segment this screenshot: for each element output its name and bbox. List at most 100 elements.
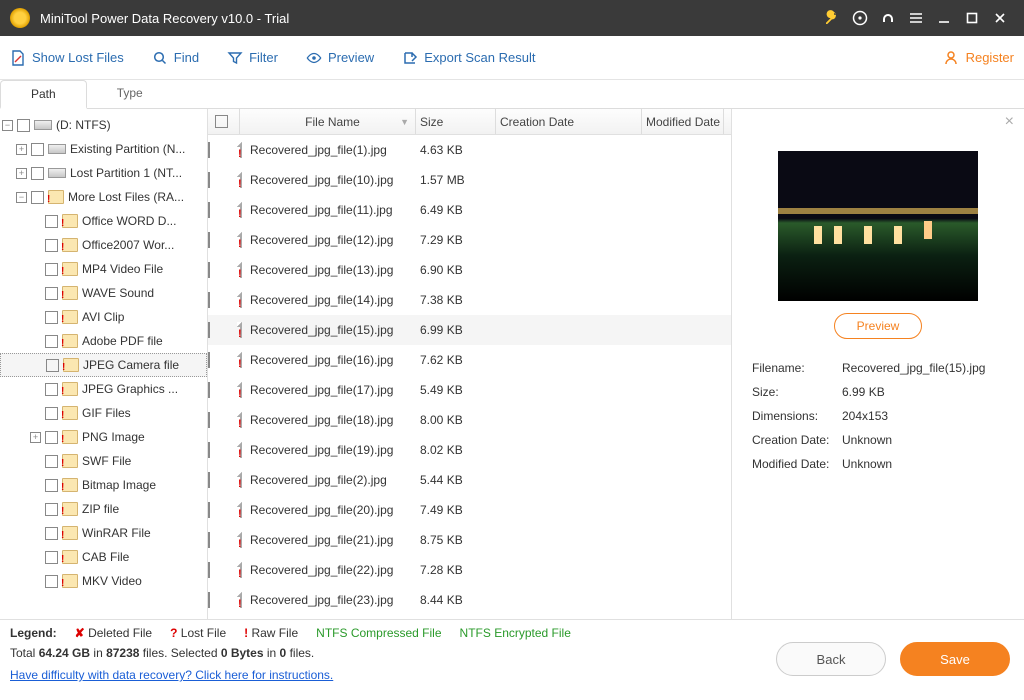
tree-item[interactable]: GIF Files bbox=[0, 401, 207, 425]
checkbox[interactable] bbox=[45, 479, 58, 492]
checkbox[interactable] bbox=[45, 575, 58, 588]
tree-item[interactable]: WinRAR File bbox=[0, 521, 207, 545]
checkbox[interactable] bbox=[45, 263, 58, 276]
checkbox-all[interactable] bbox=[215, 115, 228, 128]
checkbox[interactable] bbox=[31, 143, 44, 156]
checkbox[interactable] bbox=[208, 502, 210, 518]
register-button[interactable]: Register bbox=[944, 50, 1014, 66]
col-modified-date[interactable]: Modified Date bbox=[642, 109, 724, 134]
checkbox[interactable] bbox=[45, 431, 58, 444]
checkbox[interactable] bbox=[31, 167, 44, 180]
filter-button[interactable]: Filter bbox=[227, 50, 278, 66]
headset-icon[interactable] bbox=[874, 4, 902, 32]
checkbox[interactable] bbox=[208, 592, 210, 608]
checkbox[interactable] bbox=[208, 292, 210, 308]
tree-item[interactable]: −More Lost Files (RA... bbox=[0, 185, 207, 209]
tree-item[interactable]: +PNG Image bbox=[0, 425, 207, 449]
tree-item[interactable]: Bitmap Image bbox=[0, 473, 207, 497]
col-creation-date[interactable]: Creation Date bbox=[496, 109, 642, 134]
tree-root[interactable]: − (D: NTFS) bbox=[0, 113, 207, 137]
open-preview-button[interactable]: Preview bbox=[834, 313, 923, 339]
checkbox[interactable] bbox=[208, 382, 210, 398]
key-icon[interactable] bbox=[818, 4, 846, 32]
checkbox[interactable] bbox=[45, 239, 58, 252]
tree-item[interactable]: Office WORD D... bbox=[0, 209, 207, 233]
preview-button[interactable]: Preview bbox=[306, 50, 374, 66]
expand-icon[interactable]: + bbox=[16, 168, 27, 179]
checkbox[interactable] bbox=[208, 172, 210, 188]
checkbox[interactable] bbox=[31, 191, 44, 204]
tree-item[interactable]: CAB File bbox=[0, 545, 207, 569]
table-row[interactable]: Recovered_jpg_file(22).jpg7.28 KB bbox=[208, 555, 731, 585]
table-row[interactable]: Recovered_jpg_file(19).jpg8.02 KB bbox=[208, 435, 731, 465]
table-row[interactable]: Recovered_jpg_file(2).jpg5.44 KB bbox=[208, 465, 731, 495]
tree-item[interactable]: JPEG Graphics ... bbox=[0, 377, 207, 401]
tree-item[interactable]: WAVE Sound bbox=[0, 281, 207, 305]
table-row[interactable]: Recovered_jpg_file(23).jpg8.44 KB bbox=[208, 585, 731, 615]
checkbox[interactable] bbox=[208, 412, 210, 428]
table-row[interactable]: Recovered_jpg_file(10).jpg1.57 MB bbox=[208, 165, 731, 195]
checkbox[interactable] bbox=[45, 335, 58, 348]
tree-item-selected[interactable]: JPEG Camera file bbox=[0, 353, 207, 377]
checkbox[interactable] bbox=[45, 383, 58, 396]
checkbox[interactable] bbox=[46, 359, 59, 372]
tab-path[interactable]: Path bbox=[0, 80, 87, 109]
collapse-icon[interactable]: − bbox=[16, 192, 27, 203]
checkbox[interactable] bbox=[45, 455, 58, 468]
checkbox[interactable] bbox=[208, 562, 210, 578]
checkbox[interactable] bbox=[45, 503, 58, 516]
export-button[interactable]: Export Scan Result bbox=[402, 50, 535, 66]
expand-icon[interactable]: + bbox=[30, 432, 41, 443]
table-row[interactable]: Recovered_jpg_file(11).jpg6.49 KB bbox=[208, 195, 731, 225]
tree-item[interactable]: MKV Video bbox=[0, 569, 207, 593]
checkbox[interactable] bbox=[45, 407, 58, 420]
checkbox[interactable] bbox=[45, 287, 58, 300]
close-icon[interactable] bbox=[986, 4, 1014, 32]
checkbox[interactable] bbox=[208, 472, 210, 488]
help-link[interactable]: Have difficulty with data recovery? Clic… bbox=[10, 668, 333, 682]
table-row[interactable]: Recovered_jpg_file(12).jpg7.29 KB bbox=[208, 225, 731, 255]
tree-item[interactable]: MP4 Video File bbox=[0, 257, 207, 281]
col-name[interactable]: File Name▼ bbox=[240, 109, 416, 134]
checkbox[interactable] bbox=[45, 527, 58, 540]
find-button[interactable]: Find bbox=[152, 50, 199, 66]
tree-item[interactable]: SWF File bbox=[0, 449, 207, 473]
checkbox[interactable] bbox=[208, 322, 210, 338]
tab-type[interactable]: Type bbox=[87, 80, 173, 108]
tree-item[interactable]: Office2007 Wor... bbox=[0, 233, 207, 257]
tree-item[interactable]: +Existing Partition (N... bbox=[0, 137, 207, 161]
minimize-icon[interactable] bbox=[930, 4, 958, 32]
checkbox[interactable] bbox=[45, 551, 58, 564]
checkbox[interactable] bbox=[208, 262, 210, 278]
show-lost-files-button[interactable]: Show Lost Files bbox=[10, 50, 124, 66]
col-size[interactable]: Size bbox=[416, 109, 496, 134]
tree-item[interactable]: +Lost Partition 1 (NT... bbox=[0, 161, 207, 185]
checkbox[interactable] bbox=[208, 142, 210, 158]
tree-item[interactable]: Adobe PDF file bbox=[0, 329, 207, 353]
table-row[interactable]: Recovered_jpg_file(20).jpg7.49 KB bbox=[208, 495, 731, 525]
close-preview-button[interactable]: × bbox=[1005, 113, 1014, 131]
table-row[interactable]: Recovered_jpg_file(17).jpg5.49 KB bbox=[208, 375, 731, 405]
table-row[interactable]: Recovered_jpg_file(18).jpg8.00 KB bbox=[208, 405, 731, 435]
checkbox[interactable] bbox=[208, 232, 210, 248]
save-button[interactable]: Save bbox=[900, 642, 1010, 676]
expand-icon[interactable]: + bbox=[16, 144, 27, 155]
collapse-icon[interactable]: − bbox=[2, 120, 13, 131]
checkbox[interactable] bbox=[208, 442, 210, 458]
disc-icon[interactable] bbox=[846, 4, 874, 32]
table-row[interactable]: Recovered_jpg_file(14).jpg7.38 KB bbox=[208, 285, 731, 315]
menu-icon[interactable] bbox=[902, 4, 930, 32]
checkbox[interactable] bbox=[45, 215, 58, 228]
table-row[interactable]: Recovered_jpg_file(16).jpg7.62 KB bbox=[208, 345, 731, 375]
tree-item[interactable]: AVI Clip bbox=[0, 305, 207, 329]
table-row[interactable]: Recovered_jpg_file(1).jpg4.63 KB bbox=[208, 135, 731, 165]
checkbox[interactable] bbox=[208, 202, 210, 218]
checkbox[interactable] bbox=[17, 119, 30, 132]
checkbox[interactable] bbox=[45, 311, 58, 324]
tree-item[interactable]: ZIP file bbox=[0, 497, 207, 521]
table-row[interactable]: Recovered_jpg_file(13).jpg6.90 KB bbox=[208, 255, 731, 285]
folder-tree[interactable]: − (D: NTFS) +Existing Partition (N... +L… bbox=[0, 109, 208, 619]
maximize-icon[interactable] bbox=[958, 4, 986, 32]
checkbox[interactable] bbox=[208, 352, 210, 368]
table-row[interactable]: Recovered_jpg_file(21).jpg8.75 KB bbox=[208, 525, 731, 555]
